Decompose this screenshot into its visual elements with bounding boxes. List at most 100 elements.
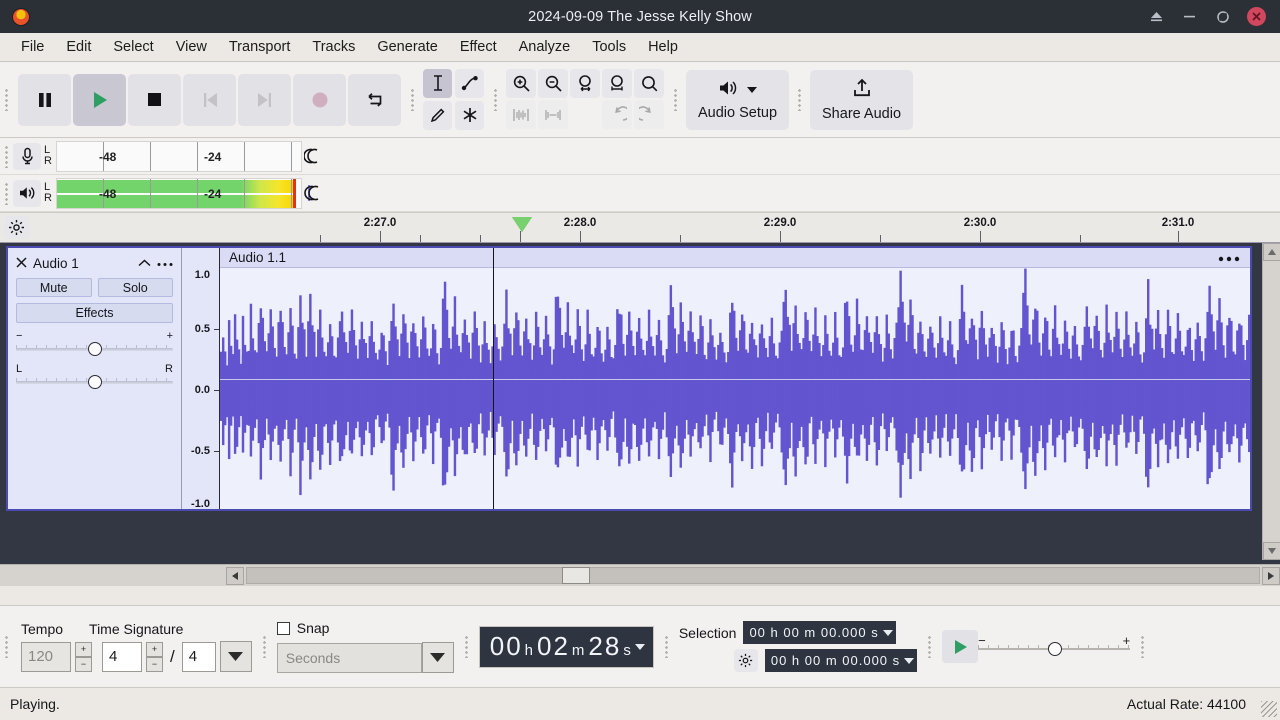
solo-button[interactable]: Solo bbox=[97, 278, 173, 297]
selection-start-dropdown-icon[interactable] bbox=[882, 629, 893, 636]
play-at-speed-button[interactable] bbox=[942, 630, 979, 663]
scroll-up-arrow-icon[interactable] bbox=[1263, 243, 1280, 261]
vertical-amplitude-ruler[interactable]: 1.0 0.5 0.0 -0.5 -1.0 bbox=[182, 248, 220, 510]
menu-transport[interactable]: Transport bbox=[218, 36, 302, 58]
audio-setup-button[interactable]: Audio Setup bbox=[686, 69, 790, 130]
time-signature-toolbar-grip[interactable] bbox=[0, 606, 13, 687]
skip-to-end-button[interactable] bbox=[238, 73, 291, 126]
play-speed-toolbar-grip[interactable] bbox=[923, 606, 937, 687]
playback-meter-bar[interactable]: -48 -24 bbox=[56, 177, 302, 209]
tempo-stepper[interactable]: + − bbox=[75, 641, 92, 672]
menu-effect[interactable]: Effect bbox=[449, 36, 508, 58]
time-toolbar-grip[interactable] bbox=[459, 606, 473, 687]
time-signature-divider: / bbox=[170, 646, 175, 666]
share-audio-button[interactable]: Share Audio bbox=[810, 69, 914, 130]
gain-slider[interactable]: − + bbox=[16, 331, 173, 356]
share-audio-toolbar-grip[interactable] bbox=[793, 62, 807, 137]
snap-mode-dropdown-arrow[interactable] bbox=[421, 642, 454, 673]
snap-mode-select[interactable]: Seconds bbox=[276, 642, 422, 673]
menu-analyze[interactable]: Analyze bbox=[508, 36, 582, 58]
selection-toolbar-grip[interactable] bbox=[659, 606, 673, 687]
track-menu-dots-icon[interactable] bbox=[157, 256, 173, 270]
edit-toolbar-grip[interactable] bbox=[489, 62, 502, 137]
track-name[interactable]: Audio 1 bbox=[33, 256, 132, 271]
scroll-right-arrow-icon[interactable] bbox=[1262, 567, 1280, 585]
fit-project-button[interactable] bbox=[602, 69, 632, 98]
selection-end-dropdown-icon[interactable] bbox=[904, 657, 915, 664]
track-audio-1[interactable]: Audio 1 Mute Solo Effects − + L R 1.0 0.… bbox=[6, 246, 1252, 511]
selection-options-gear-icon[interactable] bbox=[733, 649, 758, 672]
current-time-display[interactable]: 00 h 02 m 28 s bbox=[478, 625, 654, 668]
undo-button[interactable] bbox=[602, 100, 632, 129]
clip-header[interactable]: Audio 1.1 bbox=[220, 248, 1250, 268]
play-speed-knob[interactable] bbox=[1048, 641, 1063, 656]
horizontal-scroll-thumb[interactable] bbox=[562, 567, 590, 584]
horizontal-scroll-track[interactable] bbox=[246, 567, 1260, 584]
playhead-indicator[interactable] bbox=[512, 217, 532, 232]
effects-button[interactable]: Effects bbox=[16, 303, 173, 323]
waveform-clip[interactable]: Audio 1.1 bbox=[220, 248, 1250, 509]
snap-toolbar-grip[interactable] bbox=[257, 606, 271, 687]
silence-audio-button[interactable] bbox=[538, 100, 568, 129]
pan-slider-knob[interactable] bbox=[87, 375, 102, 389]
time-signature-upper-input[interactable]: 4 bbox=[102, 641, 142, 672]
stop-button[interactable] bbox=[128, 73, 181, 126]
close-track-icon[interactable] bbox=[16, 255, 27, 271]
waveform-plot[interactable] bbox=[220, 268, 1250, 509]
snap-toolbar: Snap Seconds bbox=[271, 606, 460, 687]
skip-to-start-button[interactable] bbox=[183, 73, 236, 126]
clip-menu-dots-icon[interactable] bbox=[1218, 249, 1240, 266]
menu-help[interactable]: Help bbox=[637, 36, 689, 58]
time-signature-lower-input[interactable]: 4 bbox=[181, 641, 216, 672]
tools-toolbar-grip[interactable] bbox=[406, 62, 419, 137]
menu-tools[interactable]: Tools bbox=[581, 36, 637, 58]
vertical-scrollbar[interactable] bbox=[1262, 243, 1280, 560]
menu-generate[interactable]: Generate bbox=[366, 36, 448, 58]
record-button[interactable] bbox=[293, 73, 346, 126]
pan-slider[interactable]: L R bbox=[16, 363, 173, 389]
audio-setup-toolbar-grip[interactable] bbox=[669, 62, 682, 137]
pause-button[interactable] bbox=[18, 73, 71, 126]
menu-file[interactable]: File bbox=[10, 36, 55, 58]
selection-end-time[interactable]: 00 h 00 m 00.000 s bbox=[764, 649, 918, 672]
zoom-in-button[interactable] bbox=[506, 69, 536, 98]
scroll-down-arrow-icon[interactable] bbox=[1263, 542, 1280, 560]
pan-left-label: L bbox=[16, 363, 23, 375]
playback-meter-grip[interactable] bbox=[0, 181, 13, 205]
fit-selection-button[interactable] bbox=[570, 69, 600, 98]
menu-select[interactable]: Select bbox=[102, 36, 164, 58]
time-format-dropdown-icon[interactable] bbox=[634, 643, 645, 650]
tempo-input[interactable]: 120 bbox=[21, 641, 71, 672]
trim-audio-button[interactable] bbox=[506, 100, 536, 129]
play-button[interactable] bbox=[73, 73, 126, 126]
speaker-icon-meter[interactable] bbox=[13, 179, 41, 207]
scroll-left-arrow-icon[interactable] bbox=[226, 566, 244, 585]
menu-edit[interactable]: Edit bbox=[55, 36, 102, 58]
recording-meter-grip[interactable] bbox=[0, 144, 13, 168]
zoom-out-button[interactable] bbox=[538, 69, 568, 98]
timeline-ruler[interactable]: 2:27.0 2:28.0 2:29.0 2:30.0 2:31.0 bbox=[32, 213, 1280, 242]
multi-tool-button[interactable] bbox=[455, 100, 484, 130]
zoom-toggle-button[interactable] bbox=[634, 69, 664, 98]
mute-button[interactable]: Mute bbox=[16, 278, 92, 297]
gain-slider-knob[interactable] bbox=[87, 342, 102, 356]
time-signature-lower-dropdown[interactable] bbox=[219, 641, 252, 672]
transport-toolbar-grip[interactable] bbox=[0, 62, 13, 137]
selection-start-time[interactable]: 00 h 00 m 00.000 s bbox=[743, 621, 896, 644]
envelope-tool-button[interactable] bbox=[455, 68, 484, 98]
window-resize-grip[interactable] bbox=[1261, 701, 1277, 717]
loop-button[interactable] bbox=[348, 73, 401, 126]
time-signature-upper-stepper[interactable]: + − bbox=[146, 641, 163, 672]
play-speed-slider[interactable]: − + bbox=[978, 633, 1131, 660]
recording-meter-bar[interactable]: -48 -24 bbox=[56, 140, 302, 172]
horizontal-scrollbar[interactable] bbox=[0, 564, 1280, 586]
menu-view[interactable]: View bbox=[165, 36, 218, 58]
chevron-up-icon[interactable] bbox=[138, 256, 151, 270]
snap-checkbox[interactable] bbox=[276, 621, 290, 635]
redo-button[interactable] bbox=[634, 100, 664, 129]
draw-tool-button[interactable] bbox=[423, 100, 452, 130]
microphone-icon[interactable] bbox=[13, 142, 41, 170]
selection-tool-button[interactable] bbox=[423, 68, 452, 98]
menu-tracks[interactable]: Tracks bbox=[301, 36, 366, 58]
timeline-options-button[interactable] bbox=[0, 213, 32, 242]
